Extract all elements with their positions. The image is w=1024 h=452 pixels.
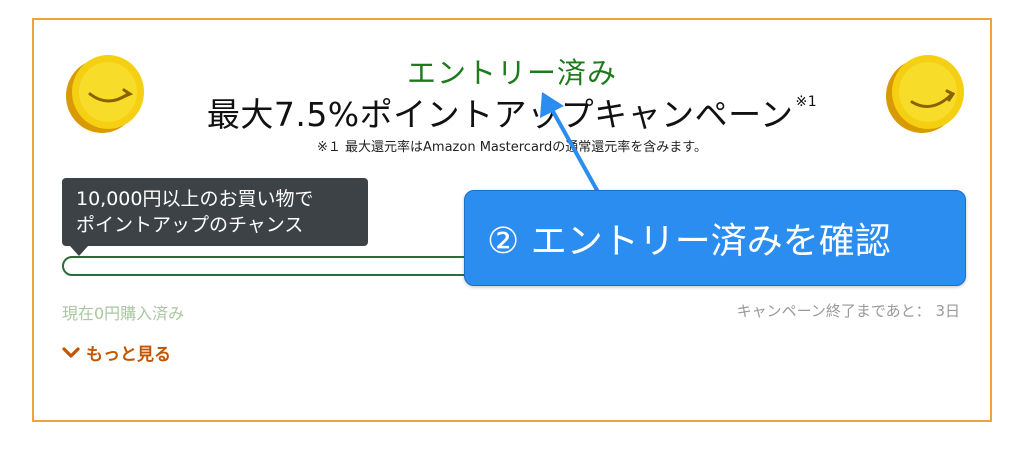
campaign-title: 最大7.5%ポイントアップキャンペーン ※1 (34, 88, 990, 136)
days-remaining: キャンペーン終了まであと： 3日 (736, 302, 960, 320)
arrow-icon (540, 92, 600, 194)
tooltip-line: ポイントアップのチャンス (76, 214, 304, 236)
footnote: ※１ 最大還元率はAmazon Mastercardの通常還元率を含みます。 (317, 140, 707, 155)
tooltip-line: 10,000円以上のお買い物で (76, 188, 314, 210)
title-note-mark: ※1 (795, 94, 818, 110)
tooltip: 10,000円以上のお買い物で ポイントアップのチャンス (62, 178, 368, 256)
campaign-title-text: 最大7.5%ポイントアップキャンペーン (206, 95, 794, 134)
show-more-link[interactable]: もっと見る (62, 340, 171, 365)
chevron-down-icon (62, 346, 80, 358)
annotation-callout: ② エントリー済みを確認 (464, 190, 966, 286)
entry-status: エントリー済み (406, 56, 617, 90)
tooltip-arrow (70, 246, 88, 256)
purchased-amount: 現在0円購入済み (62, 304, 185, 323)
show-more-label: もっと見る (86, 345, 171, 365)
